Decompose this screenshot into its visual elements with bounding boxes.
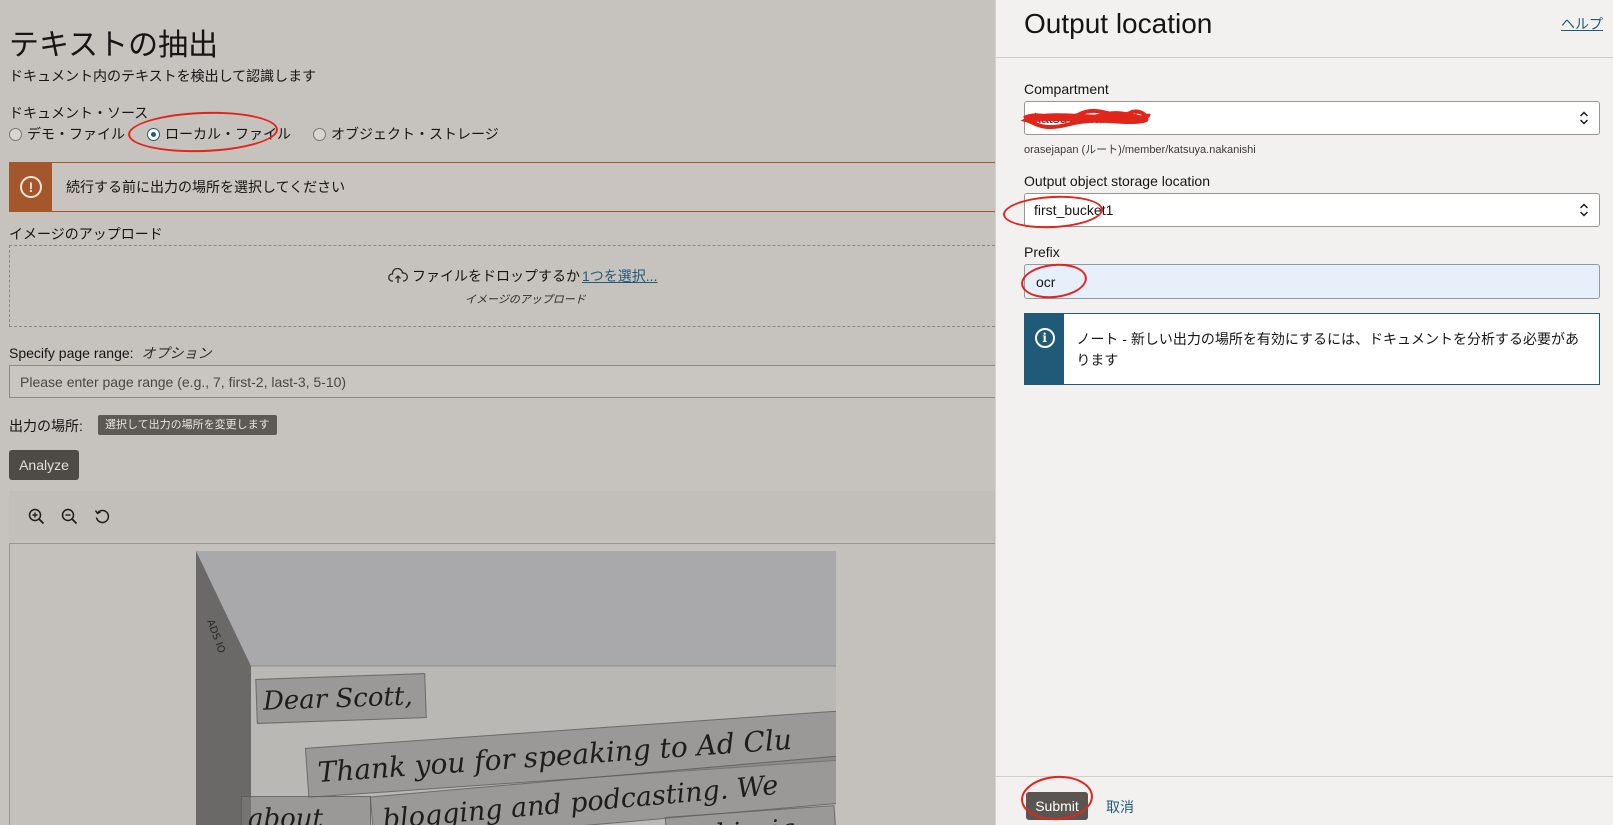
output-location-label: 出力の場所: <box>9 418 83 434</box>
page-title: テキストの抽出 <box>9 29 219 62</box>
image-toolbar <box>9 491 995 541</box>
radio-label: デモ・ファイル <box>27 126 125 142</box>
help-link[interactable]: ヘルプ <box>1561 14 1603 34</box>
storage-location-select[interactable]: first_bucket1 <box>1024 193 1600 227</box>
radio-indicator <box>9 127 22 141</box>
note-banner: i ノート - 新しい出力の場所を有効にするには、ドキュメントを分析する必要があ… <box>1024 313 1600 385</box>
drop-text: ファイルをドロップするか <box>412 268 580 284</box>
page-subtitle: ドキュメント内のテキストを検出して認識します <box>9 68 317 84</box>
panel-title: Output location <box>1024 8 1213 39</box>
cloud-upload-icon <box>388 268 408 283</box>
radio-object-storage[interactable]: オブジェクト・ストレージ <box>313 124 499 144</box>
document-preview: ADS IO Dear Scott, Thank you for speakin… <box>9 543 995 825</box>
reset-rotate-icon[interactable] <box>93 507 111 525</box>
warning-text: 続行する前に出力の場所を選択してください <box>66 179 346 195</box>
output-location-change-button[interactable]: 選択して出力の場所を変更します <box>98 415 277 435</box>
page-range-input[interactable] <box>9 365 995 398</box>
compartment-path: orasejapan (ルート)/member/katsuya.nakanish… <box>1024 144 1256 156</box>
compartment-select[interactable]: katsuya.nakanishi <box>1024 101 1600 135</box>
background-page: テキストの抽出 ドキュメント内のテキストを検出して認識します ドキュメント・ソー… <box>0 0 995 825</box>
analyze-button[interactable]: Analyze <box>9 450 79 480</box>
handwriting-line: Dear Scott, <box>255 673 427 724</box>
file-dropzone[interactable]: ファイルをドロップするか 1つを選択... イメージのアップロード <box>9 245 995 327</box>
storage-location-label: Output object storage location <box>1024 173 1211 189</box>
select-file-link[interactable]: 1つを選択... <box>582 266 657 286</box>
zoom-out-icon[interactable] <box>60 507 78 525</box>
output-location-panel: Output location ヘルプ Compartment katsuya.… <box>995 0 1613 825</box>
prefix-input[interactable] <box>1024 264 1600 299</box>
info-icon: i <box>1034 328 1055 348</box>
document-image: ADS IO Dear Scott, Thank you for speakin… <box>196 551 836 825</box>
submit-button[interactable]: Submit <box>1026 792 1088 820</box>
optional-label: オプション <box>141 345 212 361</box>
drop-subtext: イメージのアップロード <box>465 294 586 306</box>
document-source-label: ドキュメント・ソース <box>9 105 149 121</box>
cancel-link[interactable]: 取消 <box>1106 797 1134 817</box>
radio-label: オブジェクト・ストレージ <box>331 126 499 142</box>
radio-local-file[interactable]: ローカル・ファイル <box>147 124 291 144</box>
panel-footer: Submit 取消 <box>996 776 1613 825</box>
panel-header: Output location ヘルプ <box>996 0 1613 58</box>
radio-demo-file[interactable]: デモ・ファイル <box>9 124 125 144</box>
select-chevron-icon <box>1580 203 1588 217</box>
document-source-radio-group: デモ・ファイル ローカル・ファイル オブジェクト・ストレージ <box>9 124 521 144</box>
radio-indicator <box>147 127 160 141</box>
prefix-label: Prefix <box>1024 244 1060 260</box>
compartment-value: katsuya.nakanishi <box>1034 110 1146 126</box>
warning-banner: ! 続行する前に出力の場所を選択してください <box>9 162 995 212</box>
storage-location-value: first_bucket1 <box>1034 202 1114 218</box>
radio-label: ローカル・ファイル <box>165 126 291 142</box>
zoom-in-icon[interactable] <box>27 507 45 525</box>
handwriting-line: about <box>241 796 371 825</box>
radio-indicator <box>313 127 326 141</box>
select-chevron-icon <box>1580 111 1588 125</box>
compartment-label: Compartment <box>1024 81 1109 97</box>
page-range-label: Specify page range: オプション <box>9 345 212 361</box>
upload-label: イメージのアップロード <box>9 226 163 242</box>
warning-icon: ! <box>20 176 42 198</box>
note-text: ノート - 新しい出力の場所を有効にするには、ドキュメントを分析する必要がありま… <box>1076 331 1579 368</box>
